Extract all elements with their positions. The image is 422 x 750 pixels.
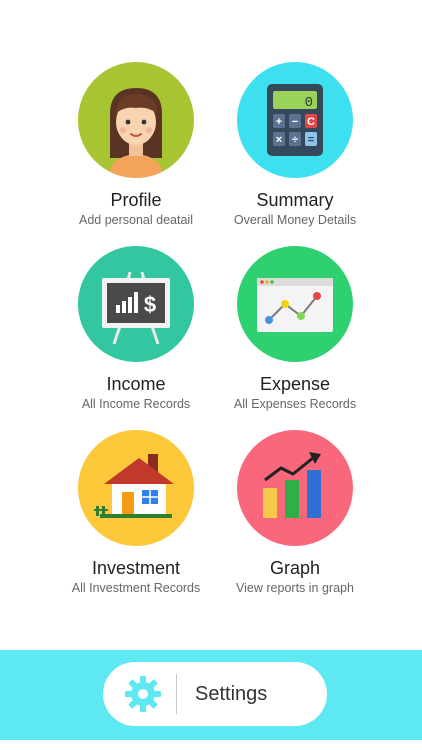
- income-circle[interactable]: $: [78, 246, 194, 362]
- gear-icon: [125, 676, 161, 712]
- investment-circle[interactable]: [78, 430, 194, 546]
- graph-tile[interactable]: Graph View reports in graph: [200, 430, 390, 596]
- summary-subtitle: Overall Money Details: [233, 213, 357, 227]
- graph-title: Graph: [269, 558, 321, 578]
- graph-subtitle: View reports in graph: [236, 581, 354, 595]
- calc-key-plus: +: [276, 116, 282, 128]
- line-chart-window-icon: [257, 278, 333, 332]
- dollar-sign: $: [144, 292, 156, 317]
- settings-button[interactable]: Settings: [103, 662, 327, 726]
- summary-tile[interactable]: 0 + − C × ÷ = Summary Overall Money Deta…: [200, 62, 390, 228]
- profile-circle[interactable]: [78, 62, 194, 178]
- settings-label: Settings: [195, 683, 268, 705]
- calculator-display: 0: [305, 95, 313, 111]
- bar-graph-arrow-icon: [263, 452, 321, 518]
- calc-key-clear: C: [307, 116, 315, 128]
- expense-circle[interactable]: [237, 246, 353, 362]
- presentation-board-icon: $: [102, 271, 170, 345]
- calc-key-equals: =: [308, 134, 314, 146]
- summary-title: Summary: [256, 190, 334, 210]
- graph-circle[interactable]: [237, 430, 353, 546]
- summary-circle[interactable]: 0 + − C × ÷ =: [237, 62, 353, 178]
- calculator-icon: 0 + − C × ÷ =: [267, 84, 323, 156]
- calc-key-minus: −: [292, 116, 298, 128]
- settings-divider: [176, 674, 177, 714]
- calc-key-divide: ÷: [292, 134, 298, 146]
- expense-tile[interactable]: Expense All Expenses Records: [200, 246, 390, 412]
- house-icon: [94, 454, 174, 518]
- expense-subtitle: All Expenses Records: [233, 397, 357, 411]
- expense-title: Expense: [259, 374, 331, 394]
- bottom-bar: Settings: [0, 650, 422, 740]
- person-avatar-icon: [108, 88, 164, 178]
- calc-key-multiply: ×: [276, 134, 282, 146]
